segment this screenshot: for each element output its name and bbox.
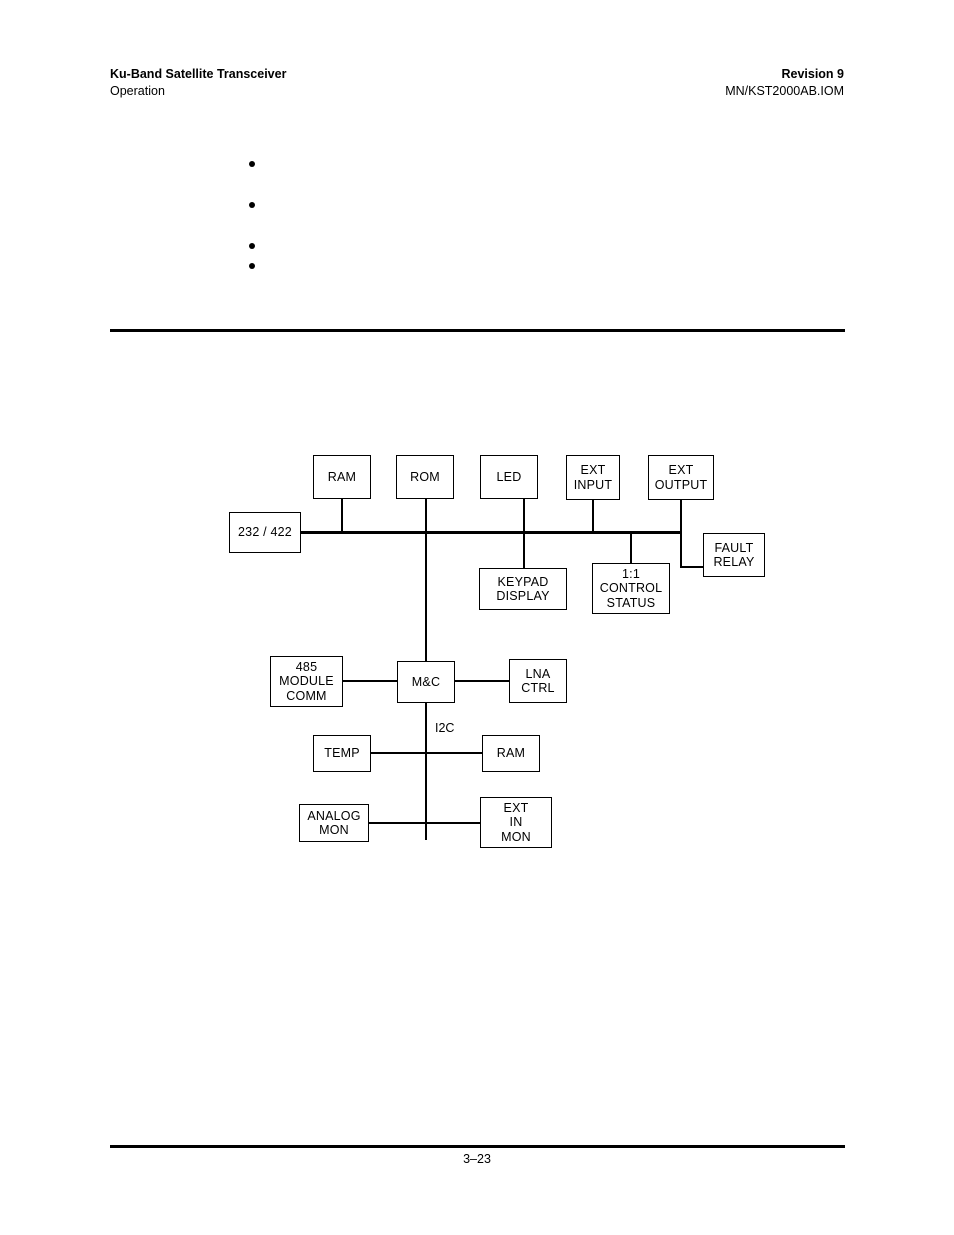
diagram-node-serial-232-422: 232 / 422 xyxy=(229,512,301,553)
wire-mc-to-lna-ctrl xyxy=(454,680,510,683)
diagram-node-analog-mon: ANALOG MON xyxy=(299,804,369,842)
wire-ext-output-to-fault-relay xyxy=(680,500,683,568)
wire-rom-to-bus xyxy=(425,498,428,533)
diagram-node-mc: M&C xyxy=(397,661,455,703)
diagram-node-module-comm: 485 MODULE COMM xyxy=(270,656,343,707)
diagram-node-ext-in-mon: EXT IN MON xyxy=(480,797,552,848)
diagram-node-keypad-display: KEYPAD DISPLAY xyxy=(479,568,567,610)
diagram-edge-label-i2c: I2C xyxy=(433,721,457,735)
wire-bus-to-control-status xyxy=(630,531,633,564)
wire-temp-to-ram xyxy=(370,752,482,755)
diagram-node-led: LED xyxy=(480,455,538,499)
wire-module-comm-to-mc xyxy=(342,680,398,683)
diagram-node-ram-top: RAM xyxy=(313,455,371,499)
diagram-node-control-status: 1:1 CONTROL STATUS xyxy=(592,563,670,614)
diagram-node-ext-output: EXT OUTPUT xyxy=(648,455,714,500)
document-page: Ku-Band Satellite Transceiver Operation … xyxy=(0,0,954,1235)
footer-page-number: 3–23 xyxy=(463,1152,491,1166)
diagram-node-temp: TEMP xyxy=(313,735,371,772)
horizontal-rule-footer xyxy=(110,1145,845,1148)
wire-bus-to-mc xyxy=(425,531,428,662)
diagram-node-fault-relay: FAULT RELAY xyxy=(703,533,765,577)
wire-analog-mon-to-ext-in-mon xyxy=(368,822,482,825)
diagram-node-lna-ctrl: LNA CTRL xyxy=(509,659,567,703)
main-bus-line xyxy=(299,531,682,534)
wire-led-to-bus xyxy=(523,498,526,533)
wire-ext-input-to-bus xyxy=(592,500,595,533)
diagram-node-rom: ROM xyxy=(396,455,454,499)
diagram-node-ext-input: EXT INPUT xyxy=(566,455,620,500)
i2c-bus-line xyxy=(425,703,428,840)
block-diagram: RAM ROM LED EXT INPUT EXT OUTPUT 232 / 4… xyxy=(0,0,954,1235)
wire-ram-to-bus xyxy=(341,498,344,533)
diagram-node-ram-bottom: RAM xyxy=(482,735,540,772)
wire-bus-to-keypad-display xyxy=(523,531,526,569)
